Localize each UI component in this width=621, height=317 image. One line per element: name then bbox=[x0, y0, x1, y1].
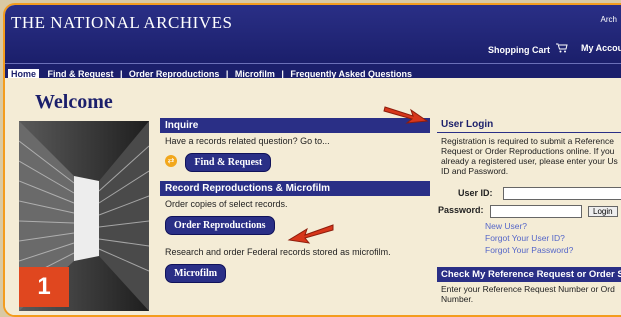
services-column: Inquire Have a records related question?… bbox=[160, 118, 430, 315]
find-request-button[interactable]: Find & Request bbox=[185, 153, 272, 172]
site-title[interactable]: THE NATIONAL ARCHIVES bbox=[11, 13, 232, 33]
cart-icon bbox=[555, 43, 568, 55]
reproductions-heading: Record Reproductions & Microfilm bbox=[160, 181, 430, 196]
microfilm-button[interactable]: Microfilm bbox=[165, 264, 227, 283]
page-title: Welcome bbox=[35, 91, 113, 113]
user-login-heading: User Login bbox=[437, 117, 621, 133]
user-id-field[interactable] bbox=[503, 187, 621, 200]
forgot-user-id-link[interactable]: Forgot Your User ID? bbox=[485, 233, 565, 243]
login-instructions: Registration is required to submit a Ref… bbox=[441, 136, 618, 176]
shopping-cart-link[interactable]: Shopping Cart bbox=[488, 43, 568, 55]
my-account-link[interactable]: My Account bbox=[581, 43, 621, 53]
login-panel: User Login Registration is required to s… bbox=[437, 117, 621, 315]
login-button[interactable]: Login bbox=[588, 206, 618, 217]
header-right-label[interactable]: Arch bbox=[601, 15, 617, 24]
inquire-text: Have a records related question? Go to..… bbox=[165, 136, 330, 146]
check-request-heading: Check My Reference Request or Order St bbox=[437, 267, 621, 282]
step-number-badge: 1 bbox=[19, 267, 69, 307]
password-field[interactable] bbox=[490, 205, 582, 218]
red-arrow-icon-login bbox=[383, 106, 429, 124]
order-reproductions-button[interactable]: Order Reproductions bbox=[165, 216, 275, 235]
site-header: THE NATIONAL ARCHIVES Arch Shopping Cart… bbox=[5, 5, 621, 63]
microfilm-text: Research and order Federal records store… bbox=[165, 247, 391, 257]
main-nav: Home Find & Request | Order Reproduction… bbox=[5, 63, 621, 79]
red-arrow-icon-order bbox=[287, 224, 334, 244]
password-label: Password: bbox=[438, 205, 484, 215]
check-request-text: Enter your Reference Request Number or O… bbox=[441, 284, 615, 304]
forgot-password-link[interactable]: Forgot Your Password? bbox=[485, 245, 573, 255]
info-arrow-icon: ⇄ bbox=[165, 154, 177, 167]
user-id-label: User ID: bbox=[458, 188, 493, 198]
reproductions-text: Order copies of select records. bbox=[165, 199, 288, 209]
shopping-cart-label: Shopping Cart bbox=[488, 45, 550, 55]
new-user-link[interactable]: New User? bbox=[485, 221, 527, 231]
browser-frame: THE NATIONAL ARCHIVES Arch Shopping Cart… bbox=[3, 3, 621, 317]
